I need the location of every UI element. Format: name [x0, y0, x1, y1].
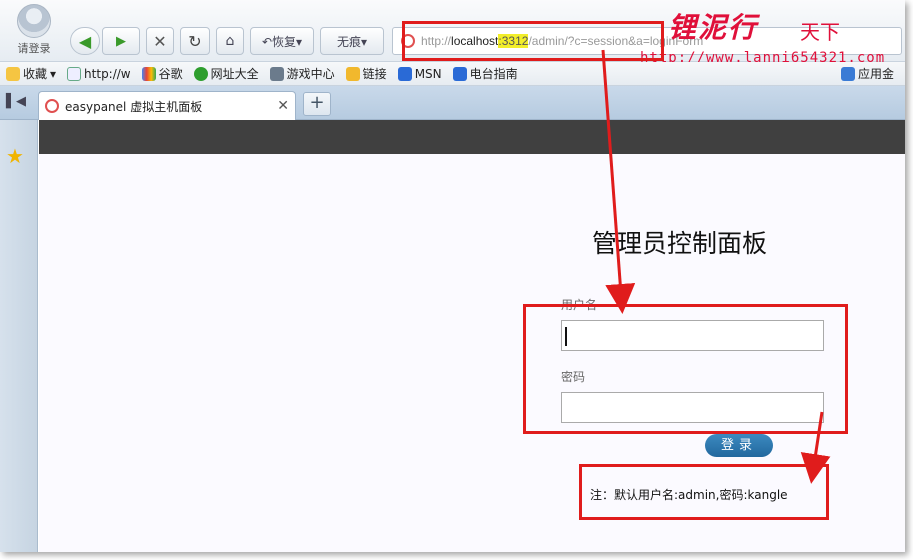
bookmark-label: 网址大全 — [210, 67, 259, 81]
bookmark-label: 游戏中心 — [286, 67, 335, 81]
watermark-subtitle: 天下 — [800, 20, 840, 44]
bookmark-label: http://w — [84, 66, 131, 81]
chevron-down-icon: ▾ — [50, 66, 57, 81]
annotation-box-url — [402, 21, 664, 61]
sidebar-toggle-icon[interactable]: ▌◀ — [6, 94, 26, 112]
bookmark-item[interactable]: 游戏中心 — [269, 65, 335, 82]
bookmark-label: 谷歌 — [158, 67, 183, 81]
annotation-box-form — [523, 304, 848, 434]
browser-sidebar: ★ — [0, 120, 38, 552]
bookmark-item[interactable]: 谷歌 — [141, 65, 183, 82]
restore-button[interactable]: ↶恢复▾ — [250, 27, 314, 55]
new-tab-button[interactable]: + — [303, 92, 331, 116]
page-header-bar — [39, 120, 905, 154]
bookmark-item[interactable]: 网址大全 — [193, 65, 259, 82]
folder-icon — [345, 66, 360, 81]
page-title: 管理员控制面板 — [592, 229, 768, 258]
bookmark-favorites[interactable]: 收藏 ▾ — [6, 65, 56, 82]
site-icon — [45, 99, 59, 113]
tab-easypanel[interactable]: easypanel 虚拟主机面板 ✕ — [38, 91, 296, 120]
bookmark-label: 链接 — [362, 67, 387, 81]
avatar-label: 请登录 — [17, 42, 51, 55]
tab-bar: ▌◀ easypanel 虚拟主机面板 ✕ + — [0, 86, 905, 120]
bookmark-item[interactable]: 链接 — [345, 65, 387, 82]
close-icon[interactable]: ✕ — [277, 98, 289, 114]
bookmark-item[interactable]: http://w — [67, 66, 131, 81]
bookmark-label: 收藏 — [23, 67, 48, 81]
bookmark-item[interactable]: MSN — [397, 66, 442, 81]
plus-icon — [193, 66, 208, 81]
tab-title: easypanel 虚拟主机面板 — [65, 99, 203, 114]
login-button[interactable]: 登录 — [705, 434, 773, 457]
msn-icon — [397, 66, 412, 81]
apps-icon — [840, 66, 855, 81]
bookmark-label: 应用金 — [857, 67, 894, 81]
bookmark-apps[interactable]: 应用金 — [840, 65, 894, 82]
bookmark-label: MSN — [414, 66, 442, 81]
refresh-button[interactable]: ↻ — [180, 27, 210, 55]
watermark-title: 锂泥行 — [668, 11, 759, 44]
bookmark-label: 电台指南 — [469, 67, 518, 81]
back-button[interactable]: ◀ — [70, 27, 100, 55]
forward-button[interactable]: ▶ — [102, 27, 140, 55]
screenshot-frame: 请登录 ◀ ▶ ✕ ↻ ⌂ ↶恢复▾ 无痕▾ http://localhost:… — [0, 0, 905, 552]
user-icon — [17, 4, 51, 38]
favorites-icon — [6, 66, 20, 81]
google-icon — [141, 66, 156, 81]
bookmark-item[interactable]: 电台指南 — [452, 65, 518, 82]
annotation-box-note — [579, 464, 829, 520]
home-button[interactable]: ⌂ — [216, 27, 244, 55]
login-avatar[interactable]: 请登录 — [10, 4, 58, 58]
gamepad-icon — [269, 66, 284, 81]
stop-button[interactable]: ✕ — [146, 27, 174, 55]
star-icon[interactable]: ★ — [6, 144, 24, 168]
page-icon — [67, 66, 82, 81]
radio-icon — [452, 66, 467, 81]
incognito-button[interactable]: 无痕▾ — [320, 27, 384, 55]
bookmarks-bar: 收藏 ▾ http://w 谷歌 网址大全 游戏中心 链接 MSN 电台指南 应用… — [0, 62, 905, 86]
